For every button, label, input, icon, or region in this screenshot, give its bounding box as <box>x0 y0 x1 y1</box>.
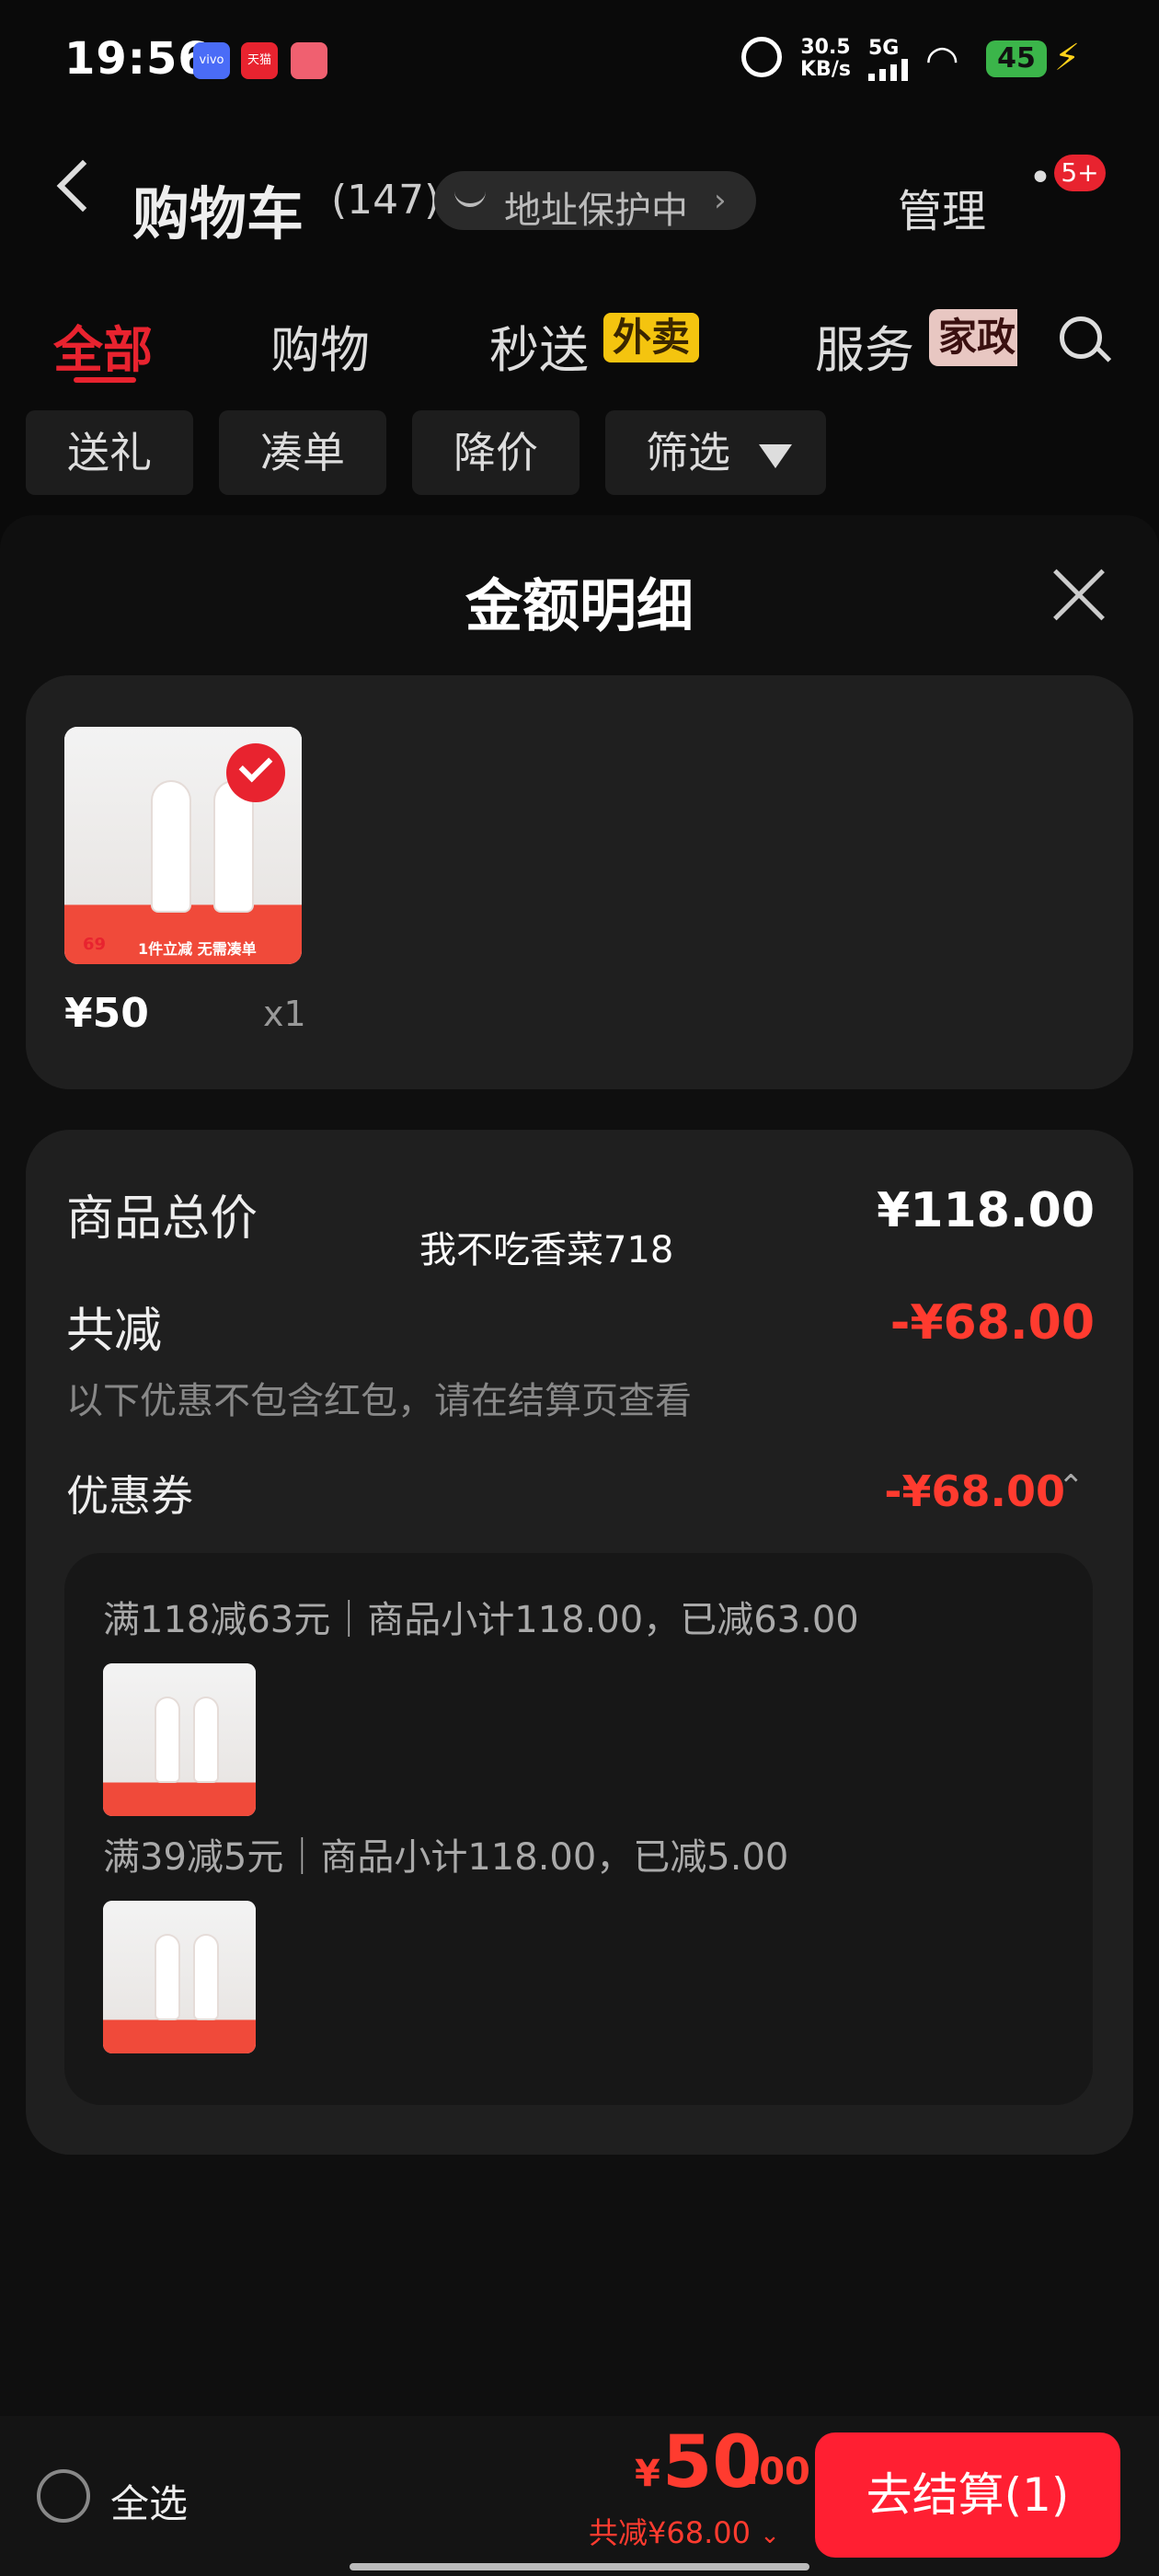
thumb-bg <box>103 1663 256 1816</box>
saved-amount[interactable]: 共减¥68.00 ⌄ <box>589 2510 780 2552</box>
search-icon[interactable] <box>1060 316 1102 359</box>
product-tag-price: 69 <box>83 935 107 954</box>
wifi-icon: ◠ <box>925 37 959 82</box>
sheet-title: 金额明细 <box>465 572 694 639</box>
discount-value: -¥68.00 <box>889 1295 1095 1351</box>
takeout-tag: 外卖 <box>603 313 700 362</box>
child-figure <box>215 782 252 911</box>
watermark-text: 我不吃香菜718 <box>419 1229 674 1271</box>
coupon-product-thumb <box>103 1901 256 2053</box>
chip-filter-label: 筛选 <box>646 428 730 477</box>
child-figure <box>156 1936 178 2018</box>
net-speed: 30.5 KB/s <box>800 37 851 81</box>
alarm-icon <box>741 37 782 77</box>
net-speed-value: 30.5 <box>800 36 851 59</box>
chip-bundle[interactable]: 凑单 <box>219 410 386 495</box>
currency-symbol: ¥ <box>635 2453 660 2495</box>
chevron-right-icon: › <box>714 182 727 219</box>
active-tab-indicator <box>74 377 136 383</box>
coupon-line-1: 满118减63元｜商品小计118.00，已减63.00 <box>103 1599 859 1641</box>
signal-icon <box>868 59 911 81</box>
total-price-dec: .00 <box>745 2451 810 2493</box>
thumb-bg <box>103 1901 256 2053</box>
back-arrow-icon[interactable] <box>56 159 109 213</box>
product-promo-text: 1件立减 无需凑单 <box>138 940 257 958</box>
page-title: 购物车 <box>132 180 304 247</box>
tmall-app-icon: 天猫 <box>241 42 278 79</box>
tab-shopping[interactable]: 购物 <box>270 309 370 382</box>
checkout-button[interactable]: 去结算(1) <box>815 2432 1120 2558</box>
chip-gift[interactable]: 送礼 <box>26 410 193 495</box>
child-figure <box>195 1936 217 2018</box>
close-icon[interactable] <box>1050 567 1107 624</box>
network-type: 5G <box>868 37 900 60</box>
product-qty: x1 <box>263 994 306 1034</box>
tab-express[interactable]: 秒送 <box>489 309 589 382</box>
vivo-app-icon: vivo <box>193 42 230 79</box>
chevron-down-icon: ⌄ <box>760 2522 780 2549</box>
tab-all[interactable]: 全部 <box>53 309 153 382</box>
child-figure <box>153 782 189 911</box>
housekeeping-tag: 家政 <box>929 309 1017 366</box>
coupon-product-thumb <box>103 1663 256 1816</box>
discount-note: 以下优惠不包含红包，请在结算页查看 <box>66 1380 692 1422</box>
chip-filter[interactable]: 筛选 <box>605 410 826 495</box>
select-all-label[interactable]: 全选 <box>110 2473 188 2529</box>
message-badge: 5+ <box>1054 155 1106 191</box>
coupon-value[interactable]: -¥68.00 <box>884 1466 1065 1516</box>
total-label: 商品总价 <box>66 1191 258 1247</box>
selected-check-icon[interactable] <box>226 743 285 802</box>
product-price: ¥50 <box>64 990 149 1037</box>
select-all-radio[interactable] <box>37 2469 90 2523</box>
tab-service[interactable]: 服务 <box>815 309 914 382</box>
coupon-label: 优惠券 <box>66 1471 193 1521</box>
saved-amount-text: 共减¥68.00 <box>589 2515 751 2550</box>
chip-price-drop[interactable]: 降价 <box>412 410 580 495</box>
battery-indicator: 45 <box>986 40 1047 77</box>
child-figure <box>156 1698 178 1781</box>
manage-button[interactable]: 管理 <box>898 175 986 239</box>
net-speed-unit: KB/s <box>800 58 851 81</box>
status-time: 19:56 <box>64 33 210 85</box>
charging-icon: ⚡ <box>1054 37 1081 79</box>
child-figure <box>195 1698 217 1781</box>
cart-count: (147) <box>331 177 441 224</box>
discount-label: 共减 <box>66 1304 163 1359</box>
filter-icon <box>758 443 792 468</box>
total-value: ¥118.00 <box>877 1183 1095 1238</box>
address-protection-label: 地址保护中 <box>504 190 688 232</box>
notification-app-icon <box>291 42 327 79</box>
home-indicator[interactable] <box>350 2563 809 2570</box>
chevron-up-icon[interactable]: ⌃ <box>1058 1468 1084 1505</box>
coupon-line-2: 满39减5元｜商品小计118.00，已减5.00 <box>103 1836 789 1879</box>
